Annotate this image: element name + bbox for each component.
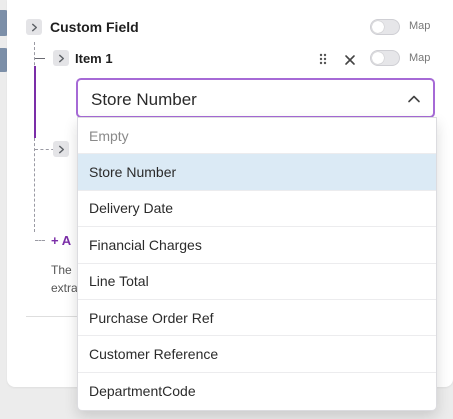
tree-branch-item (35, 58, 45, 59)
dropdown-option-financial-charges[interactable]: Financial Charges (78, 227, 436, 264)
custom-field-map-label: Map (409, 20, 431, 32)
expand-item-button[interactable] (53, 50, 69, 66)
chevron-right-icon (31, 23, 37, 31)
close-icon (345, 55, 355, 65)
item-map-toggle[interactable] (370, 50, 400, 66)
item-label: Item 1 (75, 51, 113, 66)
custom-field-label: Custom Field (50, 19, 139, 35)
field-select-dropdown: Empty Store Number Delivery Date Financi… (77, 117, 437, 411)
chevron-right-icon (58, 145, 64, 153)
expand-custom-field-button[interactable] (26, 19, 42, 35)
item-tree-line (34, 66, 36, 138)
field-select[interactable]: Store Number (76, 78, 435, 118)
drag-handle-icon[interactable] (317, 52, 329, 66)
add-field-link[interactable]: + A (51, 233, 71, 248)
dropdown-option-empty[interactable]: Empty (78, 118, 436, 155)
dropdown-option-line-total[interactable]: Line Total (78, 264, 436, 300)
dropdown-option-department-code[interactable]: DepartmentCode (78, 373, 436, 409)
help-text-line-1: The (51, 263, 72, 277)
dropdown-option-store-number[interactable]: Store Number (78, 154, 436, 191)
chevron-right-icon (58, 54, 64, 62)
item-map-label: Map (409, 52, 431, 64)
remove-item-button[interactable] (344, 53, 356, 65)
chevron-up-icon (408, 95, 420, 103)
custom-field-map-toggle[interactable] (370, 19, 400, 35)
dropdown-option-delivery-date[interactable]: Delivery Date (78, 191, 436, 228)
expand-item-2-button[interactable] (53, 141, 69, 157)
dropdown-option-purchase-order-ref[interactable]: Purchase Order Ref (78, 300, 436, 337)
help-text-line-2: extra (51, 281, 78, 295)
tree-branch-add (35, 240, 45, 241)
dropdown-option-customer-reference[interactable]: Customer Reference (78, 336, 436, 373)
field-select-value: Store Number (91, 90, 197, 109)
